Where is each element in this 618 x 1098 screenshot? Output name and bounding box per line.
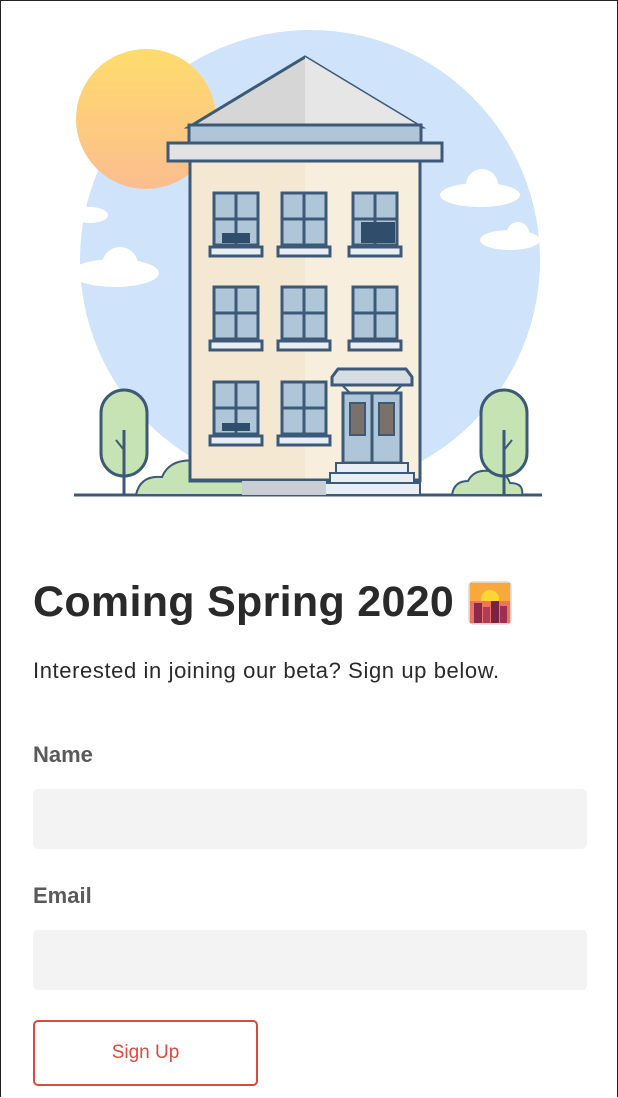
page-title: Coming Spring 2020: [33, 578, 512, 627]
apartment-building-illustration: [71, 30, 542, 497]
subtitle-text: Interested in joining our beta? Sign up …: [33, 658, 500, 683]
heading-text: Coming Spring 2020: [33, 578, 455, 626]
city-sunset-icon: [468, 581, 512, 624]
name-input[interactable]: [33, 789, 587, 849]
sign-up-button[interactable]: Sign Up: [33, 1020, 258, 1086]
email-label: Email: [33, 883, 92, 908]
email-input[interactable]: [33, 930, 587, 990]
name-label: Name: [33, 742, 93, 767]
